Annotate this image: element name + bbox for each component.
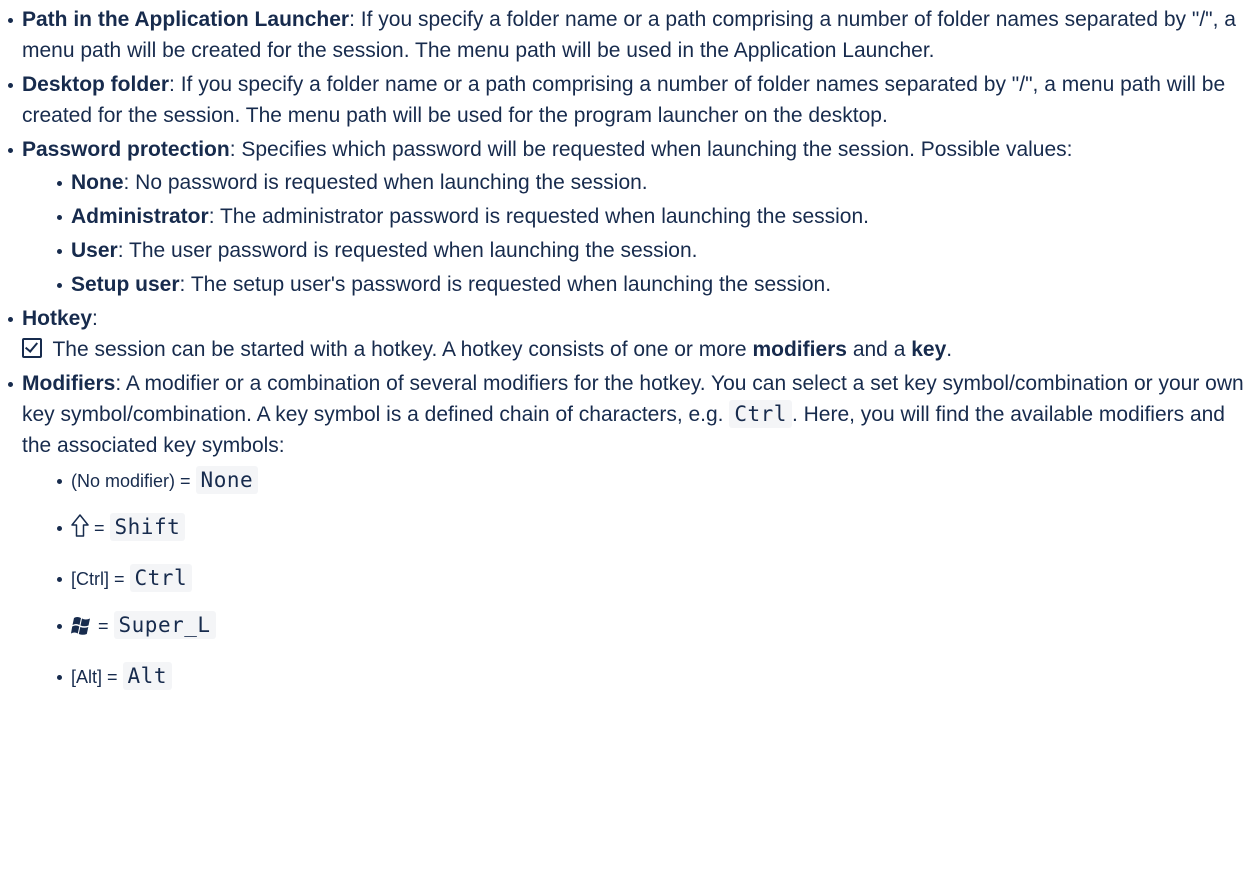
modifier-item-none: (No modifier) = None bbox=[57, 463, 1245, 498]
document-body: Path in the Application Launcher : If you… bbox=[0, 0, 1245, 694]
shift-arrow-icon bbox=[71, 514, 89, 549]
hotkey-desc-end: . bbox=[946, 338, 953, 361]
term-setup-user: Setup user bbox=[71, 273, 180, 296]
desc-setup-user: : The setup user's password is requested… bbox=[179, 273, 832, 296]
list-item-password-user: User: The user password is requested whe… bbox=[57, 235, 1245, 266]
desc-none: : No password is requested when launchin… bbox=[123, 171, 648, 194]
settings-list: Path in the Application Launcher : If you… bbox=[0, 4, 1245, 694]
term-password-protection: Password protection bbox=[22, 138, 230, 161]
modifier-label-shift: = bbox=[89, 518, 110, 538]
modifiers-word: modifiers bbox=[752, 338, 847, 361]
code-alt: Alt bbox=[122, 662, 172, 690]
code-ctrl: Ctrl bbox=[129, 564, 193, 592]
desc-password-protection: : Specifies which password will be reque… bbox=[229, 138, 1073, 161]
list-item-path: Path in the Application Launcher: If you… bbox=[8, 4, 1245, 66]
code-super-l: Super_L bbox=[113, 611, 216, 639]
windows-logo-icon bbox=[71, 613, 93, 647]
list-item-password-setup-user: Setup user: The setup user's password is… bbox=[57, 269, 1245, 300]
list-item-modifiers: Modifiers: A modifier or a combination o… bbox=[8, 368, 1245, 694]
modifier-item-alt: [Alt] = Alt bbox=[57, 659, 1245, 694]
desc-administrator: : The administrator password is requeste… bbox=[208, 205, 869, 228]
code-none: None bbox=[195, 466, 259, 494]
term-none: None bbox=[71, 171, 124, 194]
code-shift: Shift bbox=[109, 513, 186, 541]
key-word: key bbox=[911, 338, 947, 361]
modifier-label-none: (No modifier) = bbox=[71, 471, 196, 491]
term-hotkey: Hotkey bbox=[22, 307, 93, 330]
modifier-item-shift: = Shift bbox=[57, 510, 1245, 549]
modifier-symbols-list: (No modifier) = None = Shift [Ctrl] = Ct… bbox=[22, 463, 1245, 694]
modifier-label-ctrl: [Ctrl] = bbox=[71, 569, 130, 589]
list-item-hotkey: Hotkey: The session can be started with … bbox=[8, 303, 1245, 365]
term-desktop-folder: Desktop folder bbox=[22, 73, 170, 96]
hotkey-desc-middle: and a bbox=[846, 338, 912, 361]
modifier-label-alt: [Alt] = bbox=[71, 667, 123, 687]
list-item-password-protection: Password protection: Specifies which pas… bbox=[8, 134, 1245, 300]
desc-user: : The user password is requested when la… bbox=[117, 239, 698, 262]
checkbox-checked-icon bbox=[22, 338, 42, 358]
code-ctrl-example: Ctrl bbox=[729, 400, 792, 428]
hotkey-desc-before: The session can be started with a hotkey… bbox=[47, 338, 753, 361]
modifier-item-super: = Super_L bbox=[57, 608, 1245, 647]
desc-desktop-folder: : If you specify a folder name or a path… bbox=[22, 73, 1226, 127]
list-item-desktop-folder: Desktop folder: If you specify a folder … bbox=[8, 69, 1245, 131]
modifier-label-super: = bbox=[93, 616, 114, 636]
term-user: User bbox=[71, 239, 118, 262]
modifier-item-ctrl: [Ctrl] = Ctrl bbox=[57, 561, 1245, 596]
list-item-password-administrator: Administrator: The administrator passwor… bbox=[57, 201, 1245, 232]
term-modifiers: Modifiers bbox=[22, 372, 116, 395]
hotkey-colon: : bbox=[92, 307, 98, 330]
password-values-list: None: No password is requested when laun… bbox=[22, 167, 1245, 300]
term-administrator: Administrator bbox=[71, 205, 209, 228]
term-path: Path in the Application Launcher bbox=[22, 8, 350, 31]
list-item-password-none: None: No password is requested when laun… bbox=[57, 167, 1245, 198]
